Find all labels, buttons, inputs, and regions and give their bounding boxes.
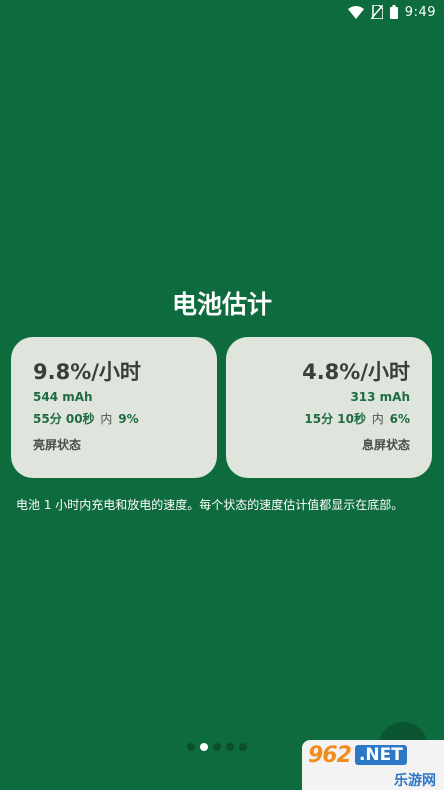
screen-off-card: 4.8%/小时 313 mAh 15分 10秒 内 6% 息屏状态: [226, 337, 432, 478]
screen-on-time-line: 55分 00秒 内 9%: [33, 411, 195, 427]
page-indicator: [187, 743, 247, 751]
watermark-site: 乐游网: [394, 773, 436, 789]
screen-on-percent: 9%: [118, 412, 139, 426]
page-dot-2[interactable]: [200, 743, 208, 751]
watermark-top: 962 .NET: [302, 740, 444, 770]
screen-off-time: 15分 10秒: [304, 412, 366, 426]
page-dot-5[interactable]: [239, 743, 247, 751]
screen-off-time-line: 15分 10秒 内 6%: [248, 411, 410, 427]
screen-on-mah: 544 mAh: [33, 390, 93, 404]
watermark-logo: 962 .NET 乐游网: [302, 740, 444, 790]
page-dot-1[interactable]: [187, 743, 195, 751]
screen-off-state: 息屏状态: [361, 438, 410, 452]
page-title: 电池估计: [171, 290, 272, 319]
screen-off-percent: 6%: [389, 412, 410, 426]
watermark-number: 962: [308, 742, 352, 768]
page-dot-3[interactable]: [213, 743, 221, 751]
screen-on-state: 亮屏状态: [33, 438, 82, 452]
screen-on-rate: 9.8%/小时: [33, 360, 141, 384]
screen-on-card: 9.8%/小时 544 mAh 55分 00秒 内 9% 亮屏状态: [11, 337, 217, 478]
screen-off-in-label: 内: [371, 412, 384, 426]
page-dot-4[interactable]: [226, 743, 234, 751]
description-text: 电池 1 小时内充电和放电的速度。每个状态的速度估计值都显示在底部。: [16, 498, 404, 512]
screen-on-in-label: 内: [100, 412, 113, 426]
no-sim-icon: [370, 5, 383, 19]
screen-on-time: 55分 00秒: [33, 412, 95, 426]
status-bar: 9:49: [0, 0, 444, 24]
screen-off-mah: 313 mAh: [350, 390, 410, 404]
wifi-icon: [347, 5, 364, 19]
screen-off-rate: 4.8%/小时: [302, 360, 410, 384]
screen: 9:49 电池估计 9.8%/小时 544 mAh 55分 00秒 内 9% 亮…: [0, 0, 444, 790]
status-time: 9:49: [404, 4, 436, 20]
battery-icon: [389, 5, 398, 19]
watermark-net: .NET: [354, 745, 407, 765]
